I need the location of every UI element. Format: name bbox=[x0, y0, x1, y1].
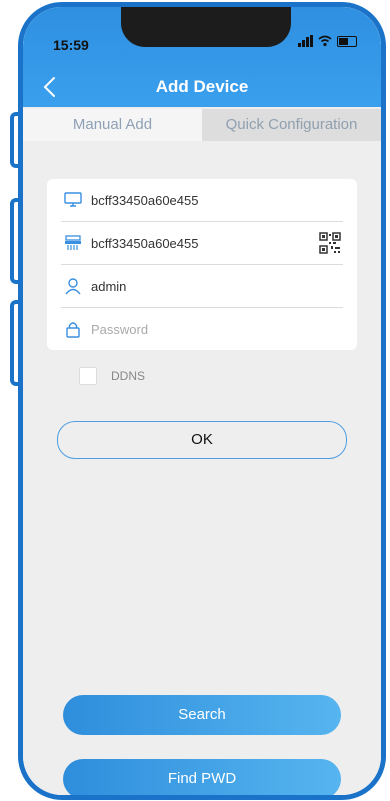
device-form: bcff33450a60e455 bcff33450a60e455 admin … bbox=[47, 179, 357, 350]
qr-code-icon[interactable] bbox=[319, 232, 341, 254]
ddns-option[interactable]: DDNS bbox=[79, 367, 145, 385]
ddns-checkbox[interactable] bbox=[79, 367, 97, 385]
user-icon bbox=[61, 274, 85, 298]
wifi-icon bbox=[318, 35, 332, 47]
device-name-value: bcff33450a60e455 bbox=[91, 192, 199, 208]
device-id-value: bcff33450a60e455 bbox=[91, 235, 199, 251]
status-time: 15:59 bbox=[53, 37, 89, 53]
page-title: Add Device bbox=[155, 77, 249, 96]
password-placeholder: Password bbox=[91, 321, 149, 337]
lock-icon bbox=[61, 317, 85, 341]
search-button[interactable]: Search bbox=[63, 695, 341, 735]
app-screen: 15:59 Add Device Manual Add Quick Config… bbox=[23, 7, 381, 795]
header-bar: 15:59 Add Device bbox=[23, 7, 381, 107]
find-pwd-button[interactable]: Find PWD bbox=[63, 759, 341, 795]
signal-icon bbox=[298, 35, 313, 47]
device-id-icon bbox=[61, 231, 85, 255]
ok-button[interactable]: OK bbox=[57, 421, 347, 459]
phone-frame: 15:59 Add Device Manual Add Quick Config… bbox=[18, 2, 386, 800]
nav-bar: Add Device bbox=[23, 65, 381, 107]
username-value: admin bbox=[91, 278, 127, 294]
tab-manual-add[interactable]: Manual Add bbox=[23, 109, 202, 141]
username-field[interactable]: admin bbox=[61, 265, 343, 308]
tab-bar: Manual Add Quick Configuration bbox=[23, 109, 381, 141]
tab-quick-configuration[interactable]: Quick Configuration bbox=[202, 109, 381, 141]
status-icons bbox=[298, 35, 357, 47]
monitor-icon bbox=[61, 188, 85, 212]
ddns-label: DDNS bbox=[111, 369, 146, 383]
password-field[interactable]: Password bbox=[61, 308, 343, 350]
device-id-field[interactable]: bcff33450a60e455 bbox=[61, 222, 343, 265]
battery-icon bbox=[337, 35, 357, 47]
phone-notch bbox=[121, 7, 291, 47]
device-name-field[interactable]: bcff33450a60e455 bbox=[61, 179, 343, 222]
